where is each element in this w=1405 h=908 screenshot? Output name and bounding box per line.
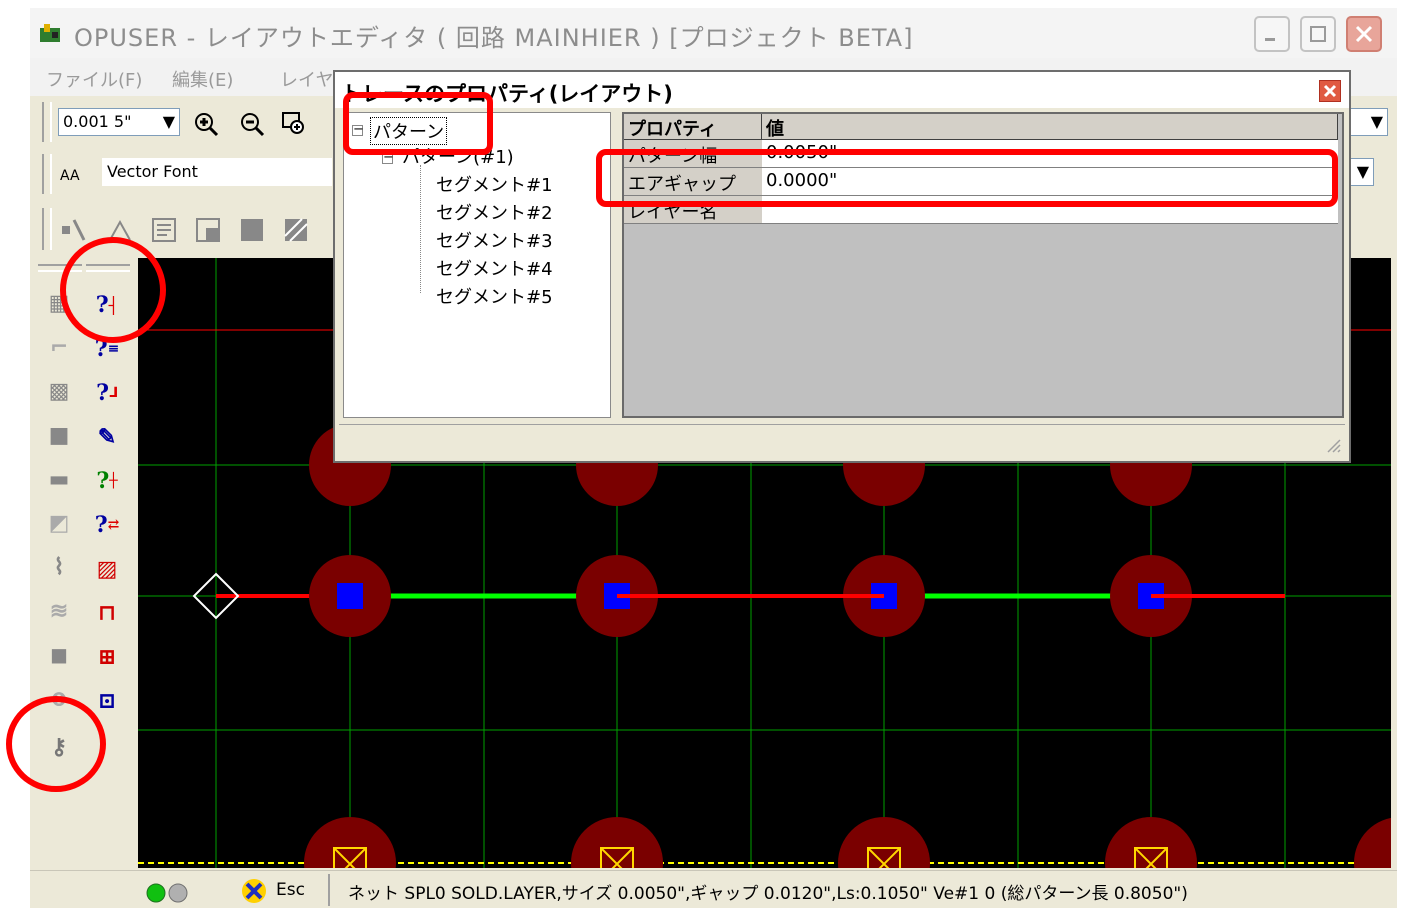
layer-icon[interactable]: ▬ (42, 462, 76, 496)
tree-item-segment[interactable]: セグメント#5 (436, 283, 553, 309)
grid-size-value: 0.001 5" (63, 112, 132, 131)
pad-icon[interactable]: ▩ (42, 374, 76, 408)
esc-label[interactable]: Esc (276, 880, 305, 900)
chevron-down-icon: ▼ (1370, 112, 1383, 131)
minimize-icon (1265, 38, 1275, 41)
annotation-air-gap-box (596, 149, 1338, 207)
meander-length-icon[interactable]: ⊓ (90, 596, 124, 630)
pin-icon[interactable]: ⌐ (42, 330, 76, 364)
toolbar-grip[interactable] (42, 154, 52, 194)
query-net-icon[interactable]: ? ⅃ (90, 376, 124, 410)
toolbar-grip[interactable] (42, 102, 52, 142)
annotation-pattern-box (343, 92, 493, 155)
zoom-out-icon[interactable] (238, 110, 266, 138)
tree-item-segment[interactable]: セグメント#2 (436, 199, 553, 225)
text-icon[interactable] (150, 216, 178, 244)
tree-item-segment[interactable]: セグメント#1 (436, 171, 553, 197)
title-bar: OPUSER - レイアウトエディタ ( 回路 MAINHIER ) [プロジェ… (30, 8, 1397, 58)
column-header-value[interactable]: 値 (762, 114, 1338, 140)
query-swap-icon[interactable]: ? ⇄ (90, 508, 124, 542)
chevron-down-icon: ▼ (1356, 162, 1369, 181)
hatch-icon[interactable] (282, 216, 310, 244)
edit-trace-icon[interactable]: ✎ (90, 420, 124, 454)
close-icon (1355, 25, 1373, 43)
font-name: Vector Font (107, 162, 198, 181)
meander-icon[interactable]: ⌇ (42, 550, 76, 584)
maximize-icon (1310, 26, 1326, 42)
annotation-properties-tool-circle (6, 696, 106, 792)
status-indicator-icon (146, 883, 188, 903)
tune-length-icon[interactable]: ⊡ (90, 684, 124, 718)
column-header-property[interactable]: プロパティ (624, 114, 762, 140)
bus-icon[interactable]: ≋ (42, 594, 76, 628)
query-split-icon[interactable]: ? ┼ (90, 464, 124, 498)
route-icon[interactable] (60, 216, 88, 244)
esc-icon[interactable] (240, 877, 268, 905)
font-prefix-icon: AA (60, 168, 80, 184)
menu-layer[interactable]: レイヤ (280, 66, 333, 92)
pad-row-bottom (304, 817, 1391, 868)
status-bar: Esc ネット SPL0 SOLD.LAYER,サイズ 0.0050",ギャップ… (30, 870, 1397, 908)
minimize-button[interactable] (1254, 16, 1290, 52)
font-select[interactable]: Vector Font (102, 158, 332, 186)
plane-icon[interactable]: ■ (42, 418, 76, 452)
resize-grip-icon[interactable] (1325, 437, 1341, 453)
menu-edit[interactable]: 編集(E) (172, 66, 233, 92)
toolbar-grip[interactable] (42, 208, 52, 250)
hatch-edit-icon[interactable]: ▨ (90, 552, 124, 586)
tree-item-segment[interactable]: セグメント#3 (436, 227, 553, 253)
chevron-down-icon: ▼ (162, 112, 175, 131)
dialog-footer (339, 424, 1345, 457)
board-icon[interactable]: ◩ (42, 506, 76, 540)
status-message: ネット SPL0 SOLD.LAYER,サイズ 0.0050",ギャップ 0.0… (348, 884, 1188, 904)
close-button[interactable] (1346, 16, 1382, 52)
menu-file[interactable]: ファイル(F) (46, 66, 142, 92)
zoom-in-icon[interactable] (192, 110, 220, 138)
annotation-query-tool-circle (60, 237, 166, 343)
maximize-button[interactable] (1300, 16, 1336, 52)
rectangle-icon[interactable] (194, 216, 222, 244)
grid-size-select[interactable]: 0.001 5" ▼ (58, 108, 180, 136)
app-icon (40, 24, 60, 42)
diff-pair-icon[interactable]: ⊞ (90, 640, 124, 674)
window-title: OPUSER - レイアウトエディタ ( 回路 MAINHIER ) [プロジェ… (74, 24, 914, 52)
dialog-close-button[interactable] (1319, 80, 1341, 102)
fill-icon[interactable] (238, 216, 266, 244)
tree-item-segment[interactable]: セグメント#4 (436, 255, 553, 281)
close-icon (1323, 84, 1337, 98)
zoom-window-icon[interactable] (280, 110, 308, 138)
copper-icon[interactable]: ◼ (42, 638, 76, 672)
pattern-tree: − パターン − パターン(#1) セグメント#1 セグメント#2 セグメント#… (343, 112, 611, 418)
